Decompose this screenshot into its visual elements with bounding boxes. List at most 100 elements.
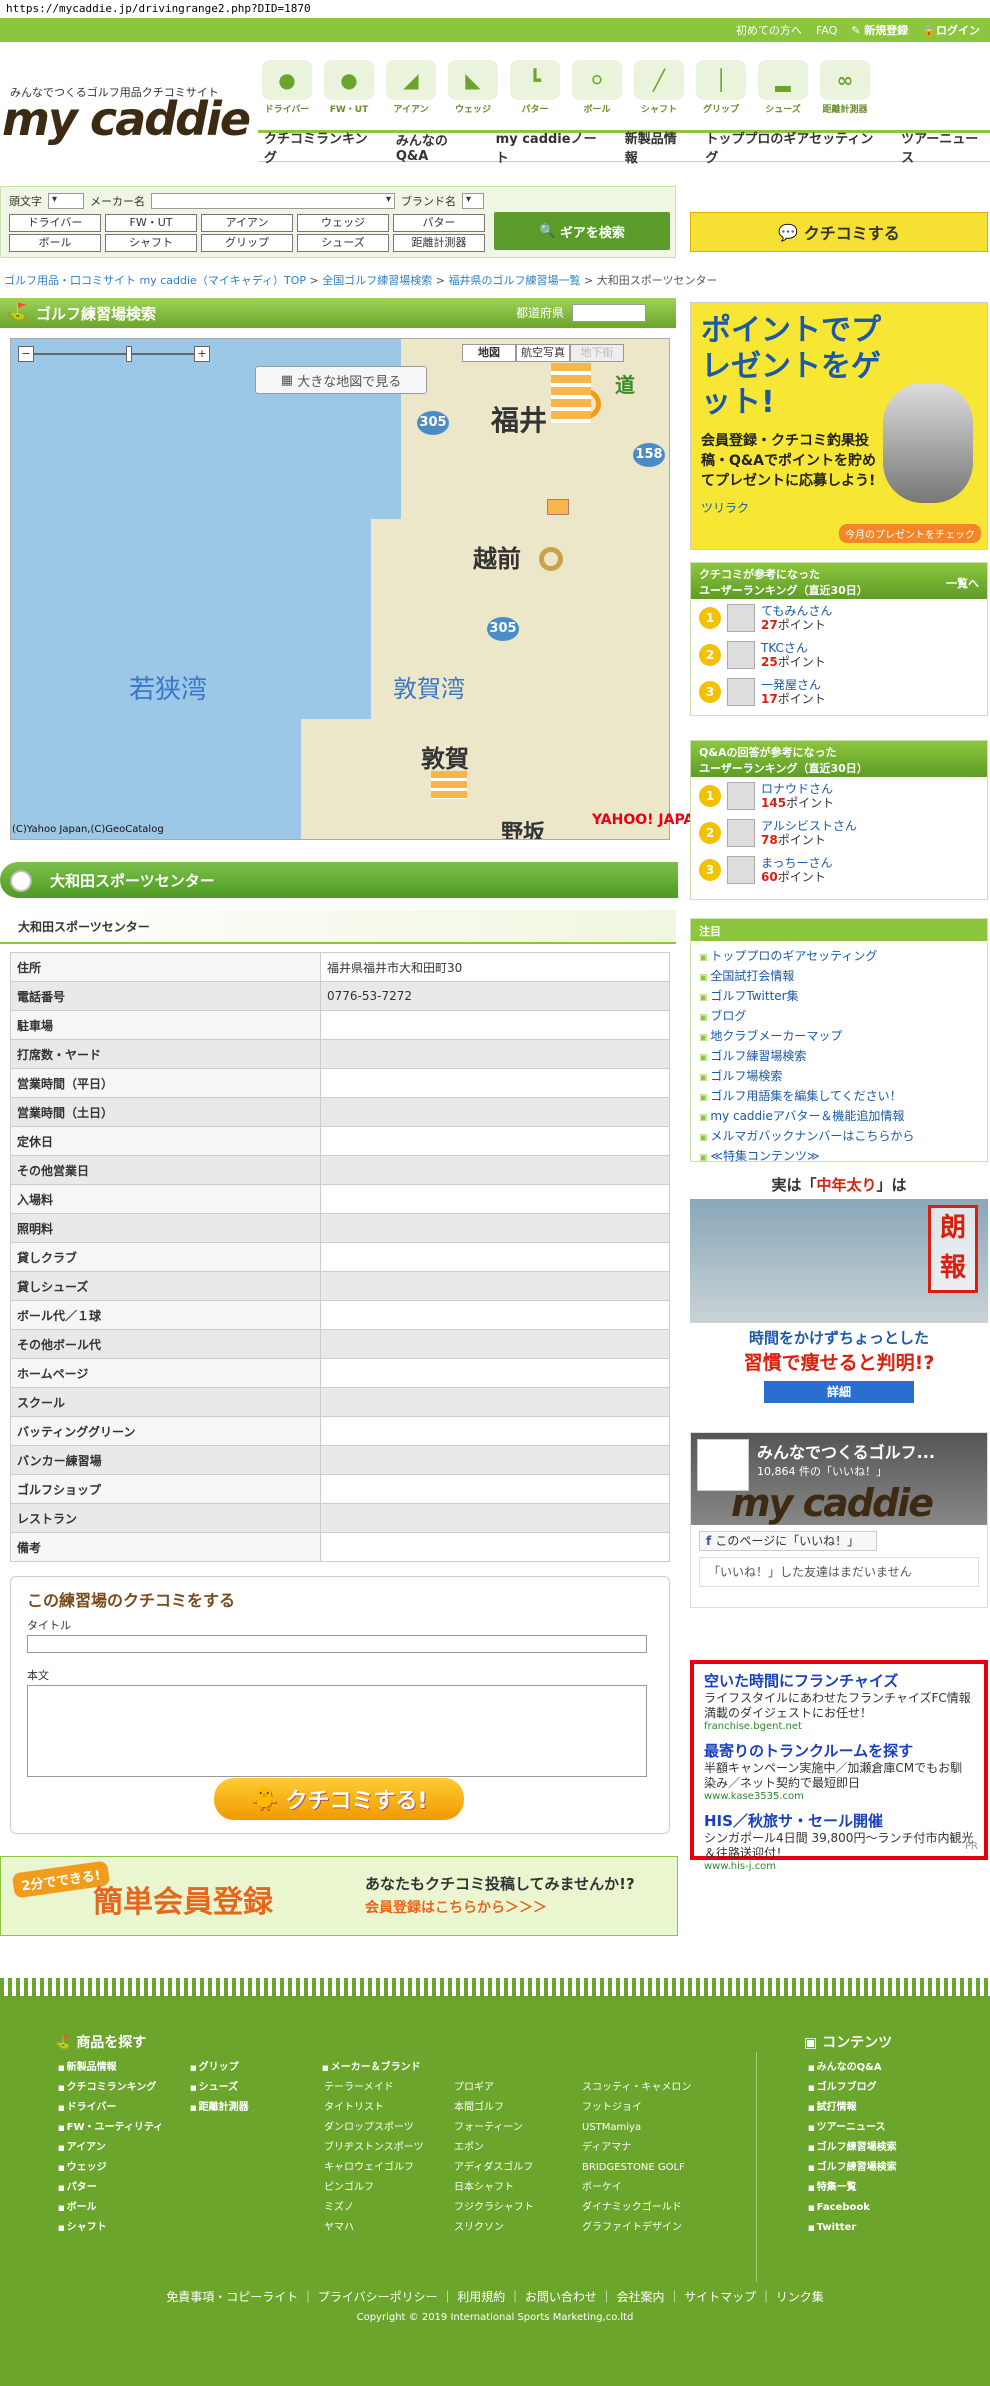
cat-fw-ut[interactable]: FW・UT bbox=[105, 214, 197, 232]
nav-putter[interactable]: ┗ パター bbox=[506, 60, 564, 116]
footer-link[interactable]: FW・ユーティリティ bbox=[58, 2118, 164, 2138]
ranking-row[interactable]: 3 一発屋さん 17ポイント bbox=[691, 673, 987, 710]
brand-select[interactable]: ▾ bbox=[462, 193, 484, 209]
nav-pro-setting[interactable]: トッププロのギアセッティング bbox=[705, 128, 885, 166]
footer-link[interactable]: タイトリスト bbox=[322, 2098, 424, 2118]
nav-grip[interactable]: │ グリップ bbox=[692, 60, 750, 116]
footer-link[interactable]: みんなのQ&A bbox=[808, 2058, 897, 2078]
footer-link[interactable]: ドライバー bbox=[58, 2098, 163, 2118]
footer-link[interactable]: アイアン bbox=[58, 2138, 163, 2158]
footer-link[interactable]: USTMamiya bbox=[580, 2118, 691, 2138]
footer-link[interactable]: クチコミランキング bbox=[58, 2078, 163, 2098]
footer-link[interactable]: BRIDGESTONE GOLF bbox=[580, 2158, 691, 2178]
footer-link[interactable]: ピンゴルフ bbox=[322, 2178, 424, 2198]
pr-ad-item[interactable]: 最寄りのトランクルームを探す 半額キャンペーン実施中／加瀬倉庫CMでもお馴染み／ネ… bbox=[704, 1740, 974, 1802]
cat-grip[interactable]: グリップ bbox=[201, 234, 293, 252]
footer-link[interactable]: ツアーニュース bbox=[808, 2118, 897, 2138]
cat-shoes[interactable]: シューズ bbox=[297, 234, 389, 252]
ranking-row[interactable]: 2 アルシビストさん 78ポイント bbox=[691, 814, 987, 851]
featured-link[interactable]: メルマガバックナンバーはこちらから bbox=[699, 1127, 979, 1147]
nav-note[interactable]: my caddieノート bbox=[496, 128, 609, 166]
footer-link[interactable]: フットジョイ bbox=[580, 2098, 691, 2118]
ranking-more-link[interactable]: 一覧へ bbox=[946, 575, 979, 591]
footer-link[interactable]: フォーティーン bbox=[452, 2118, 534, 2138]
featured-link[interactable]: ゴルフ用語集を編集してください！ bbox=[699, 1087, 979, 1107]
featured-link[interactable]: ゴルフ場検索 bbox=[699, 1067, 979, 1087]
featured-link[interactable]: トッププロのギアセッティング bbox=[699, 947, 979, 967]
site-logo[interactable]: my caddie bbox=[2, 92, 251, 146]
zoom-slider[interactable] bbox=[34, 346, 194, 362]
crumb-top[interactable]: ゴルフ用品・口コミサイト my caddie（マイキャディ）TOP bbox=[4, 274, 306, 287]
nav-shaft[interactable]: ╱ シャフト bbox=[630, 60, 688, 116]
footer-link[interactable]: キャロウェイゴルフ bbox=[322, 2158, 424, 2178]
maker-select[interactable]: ▾ bbox=[151, 193, 395, 209]
map-type-map[interactable]: 地図 bbox=[462, 344, 516, 362]
nav-driver[interactable]: ● ドライバー bbox=[258, 60, 316, 116]
footer-link[interactable]: ダイナミックゴールド bbox=[580, 2198, 691, 2218]
nav-rangefinder[interactable]: ∞ 距離計測器 bbox=[816, 60, 874, 116]
nav-fw-ut[interactable]: ● FW・UT bbox=[320, 60, 378, 116]
register-link[interactable]: 会員登録はこちらから＞＞＞ bbox=[365, 1897, 547, 1917]
footer-link[interactable]: シューズ bbox=[190, 2078, 249, 2098]
footer-link[interactable]: アディダスゴルフ bbox=[452, 2158, 534, 2178]
footer-link[interactable]: ゴルフ練習場検索 bbox=[808, 2158, 897, 2178]
featured-link[interactable]: 地クラブメーカーマップ bbox=[699, 1027, 979, 1047]
range-marker-cluster-tsuruga[interactable] bbox=[431, 771, 467, 799]
footer-link[interactable]: ブリヂストンスポーツ bbox=[322, 2138, 424, 2158]
nav-iron[interactable]: ◢ アイアン bbox=[382, 60, 440, 116]
cat-wedge[interactable]: ウェッジ bbox=[297, 214, 389, 232]
featured-link[interactable]: ゴルフTwitter集 bbox=[699, 987, 979, 1007]
footer-link[interactable]: 日本シャフト bbox=[452, 2178, 534, 2198]
link-login[interactable]: 🔒ログイン bbox=[922, 22, 980, 38]
footer-link[interactable]: ヤマハ bbox=[322, 2218, 424, 2238]
nav-shoes[interactable]: ▂ シューズ bbox=[754, 60, 812, 116]
footer-link[interactable]: テーラーメイド bbox=[322, 2078, 424, 2098]
zoom-out-button[interactable]: − bbox=[18, 346, 34, 362]
map-type-aerial[interactable]: 航空写真 bbox=[516, 344, 570, 362]
link-beginners[interactable]: 初めての方へ bbox=[736, 22, 802, 38]
nav-new-products[interactable]: 新製品情報 bbox=[625, 128, 690, 166]
nav-ranking[interactable]: クチコミランキング bbox=[264, 128, 380, 166]
footer-link[interactable]: メーカー＆ブランド bbox=[322, 2058, 421, 2078]
footer-link[interactable]: 特集一覧 bbox=[808, 2178, 897, 2198]
footer-link[interactable]: スリクソン bbox=[452, 2218, 534, 2238]
ranking-row[interactable]: 1 てもみんさん 27ポイント bbox=[691, 599, 987, 636]
footer-link[interactable]: ゴルフブログ bbox=[808, 2078, 897, 2098]
nav-ball[interactable]: ⚪ ボール bbox=[568, 60, 626, 116]
cat-ball[interactable]: ボール bbox=[9, 234, 101, 252]
footer-links[interactable]: 免責事項・コピーライト ｜ プライバシーポリシー ｜ 利用規約 ｜ お問い合わせ… bbox=[0, 2288, 990, 2305]
crumb-range-search[interactable]: 全国ゴルフ練習場検索 bbox=[322, 274, 432, 287]
footer-link[interactable]: Facebook bbox=[808, 2198, 897, 2218]
big-map-button[interactable]: ▦ 大きな地図で見る bbox=[255, 366, 427, 394]
footer-link[interactable]: ミズノ bbox=[322, 2198, 424, 2218]
footer-link[interactable]: 距離計測器 bbox=[190, 2098, 249, 2118]
point-present-ad[interactable]: ポイントでプレゼントをゲット! 会員登録・クチコミ釣果投稿・Q&Aでポイントを貯… bbox=[690, 302, 988, 550]
facebook-cover[interactable]: みんなでつくるゴルフ... 10,864 件の「いいね！」 my caddie bbox=[691, 1433, 987, 1525]
ranking-row[interactable]: 1 ロナウドさん 145ポイント bbox=[691, 777, 987, 814]
footer-link[interactable]: グリップ bbox=[190, 2058, 249, 2078]
review-title-input[interactable] bbox=[27, 1635, 647, 1653]
footer-link[interactable]: ウェッジ bbox=[58, 2158, 163, 2178]
footer-link[interactable]: エポン bbox=[452, 2138, 534, 2158]
footer-link[interactable]: Twitter bbox=[808, 2218, 897, 2238]
range-map[interactable]: 福井 越前 若狭湾 敦賀湾 敦賀 野坂 305 305 158 道 bbox=[10, 338, 670, 840]
pref-select[interactable]: 福井県 ▾ bbox=[571, 304, 646, 322]
point-ad-button[interactable]: 今月のプレゼントをチェック bbox=[839, 524, 981, 543]
diet-ad[interactable]: 実は「中年太り」は 朗報 時間をかけずちょっとした 習慣で痩せると判明!? 詳細 bbox=[690, 1174, 988, 1420]
cat-driver[interactable]: ドライバー bbox=[9, 214, 101, 232]
nav-tour-news[interactable]: ツアーニュース bbox=[901, 128, 990, 166]
initial-select[interactable]: ▾ bbox=[48, 193, 84, 209]
cat-rangefinder[interactable]: 距離計測器 bbox=[393, 234, 485, 252]
register-banner[interactable]: 2分でできる! 簡単会員登録 あなたもクチコミ投稿してみませんか!? 会員登録は… bbox=[0, 1856, 678, 1936]
review-button[interactable]: 💬 クチコミする bbox=[690, 212, 988, 252]
pr-ad-item[interactable]: 空いた時間にフランチャイズ ライフスタイルにあわせたフランチャイズFC情報満載のダ… bbox=[704, 1670, 974, 1732]
featured-link[interactable]: ブログ bbox=[699, 1007, 979, 1027]
footer-link[interactable]: ディアマナ bbox=[580, 2138, 691, 2158]
gear-search-button[interactable]: 🔍 ギアを検索 bbox=[494, 212, 670, 250]
link-faq[interactable]: FAQ bbox=[816, 24, 837, 37]
footer-link[interactable]: ボール bbox=[58, 2198, 163, 2218]
zoom-in-button[interactable]: + bbox=[194, 346, 210, 362]
footer-link[interactable]: ダンロップスポーツ bbox=[322, 2118, 424, 2138]
link-register[interactable]: ✎ 新規登録 bbox=[851, 22, 908, 38]
footer-link[interactable]: グラファイトデザイン bbox=[580, 2218, 691, 2238]
